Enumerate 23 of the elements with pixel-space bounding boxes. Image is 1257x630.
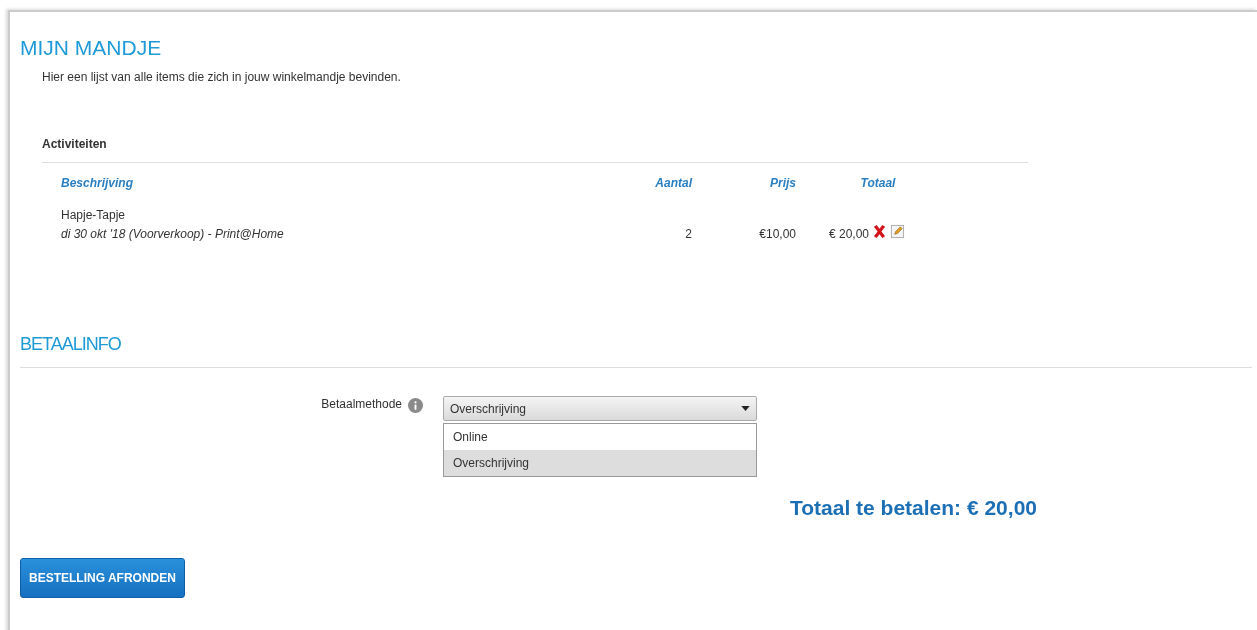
info-icon[interactable] [408, 398, 423, 413]
intro-text: Hier een lijst van alle items die zich in jouw winkelmandje bevinden. [42, 69, 402, 85]
column-header: Beschrijving [61, 175, 135, 191]
column-header: Prijs [770, 175, 796, 191]
checkout-button[interactable]: BESTELLING AFRONDEN [20, 558, 185, 598]
edit-icon[interactable] [890, 224, 906, 239]
dropdown-option[interactable]: Overschrijving [444, 450, 756, 476]
caret-icon [741, 406, 750, 411]
section-title: BETAALINFO [20, 334, 122, 354]
column-header: Totaal [859, 175, 896, 191]
section-heading: Activiteiten [42, 136, 108, 152]
field-label: Betaalmethode [321, 396, 402, 413]
table-cell-text: € 20,00 [829, 226, 870, 243]
item-detail: di 30 okt '18 (Voorverkoop) - Print@Home [61, 226, 285, 243]
table-cell-text: €10,00 [759, 226, 796, 243]
item-name: Hapje-Tapje [61, 207, 127, 224]
table-cell-text: 2 [685, 226, 692, 243]
payment-dropdown[interactable]: Overschrijving [443, 396, 757, 421]
dropdown-option[interactable]: Online [444, 424, 756, 450]
page-title: MIJN MANDJE [20, 35, 163, 61]
delete-icon[interactable] [872, 224, 888, 239]
total-amount: Totaal te betalen: € 20,00 [788, 495, 1037, 521]
column-header: Aantal [655, 175, 692, 191]
